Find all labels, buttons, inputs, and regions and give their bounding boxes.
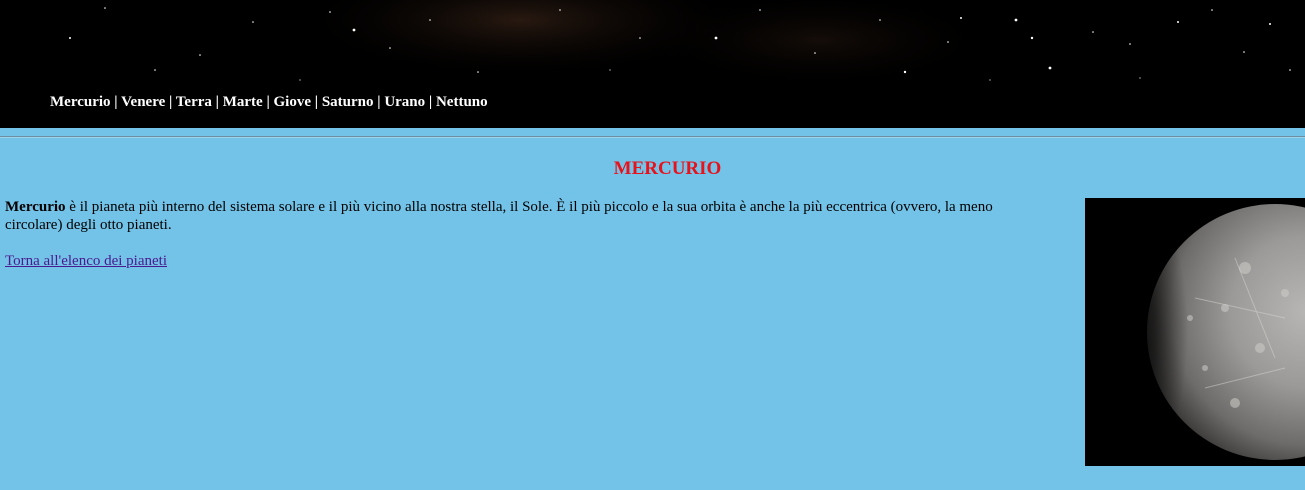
intro-paragraph: Mercurio è il pianeta più interno del si… (5, 198, 1045, 234)
header-banner: Mercurio | Venere | Terra | Marte | Giov… (0, 0, 1305, 128)
nav-link-venere[interactable]: Venere (121, 94, 165, 110)
nav-link-nettuno[interactable]: Nettuno (436, 94, 488, 110)
nav-link-urano[interactable]: Urano (384, 94, 425, 110)
main-content: Mercurio è il pianeta più interno del si… (5, 198, 1045, 288)
nav-link-mercurio[interactable]: Mercurio (50, 94, 111, 110)
intro-bold-term: Mercurio (5, 199, 66, 215)
nav-link-giove[interactable]: Giove (274, 94, 312, 110)
nav-separator: | (211, 94, 223, 110)
divider-highlight (0, 137, 1305, 138)
nav-separator: | (373, 94, 385, 110)
nav-link-marte[interactable]: Marte (223, 94, 263, 110)
nav-separator: | (425, 94, 436, 110)
nav-link-terra[interactable]: Terra (176, 94, 212, 110)
nav-separator: | (165, 94, 176, 110)
intro-text: è il pianeta più interno del sistema sol… (5, 199, 993, 233)
nav-separator: | (311, 94, 322, 110)
mercury-planet-graphic (1085, 198, 1305, 466)
mercury-image (1085, 198, 1305, 466)
page-title: MERCURIO (613, 158, 722, 179)
nav-separator: | (110, 94, 122, 110)
nav-link-saturno[interactable]: Saturno (322, 94, 374, 110)
planet-nav: Mercurio | Venere | Terra | Marte | Giov… (50, 94, 488, 111)
back-to-planet-list-link[interactable]: Torna all'elenco dei pianeti (5, 253, 167, 269)
back-link-paragraph: Torna all'elenco dei pianeti (5, 252, 1045, 270)
nav-separator: | (262, 94, 274, 110)
